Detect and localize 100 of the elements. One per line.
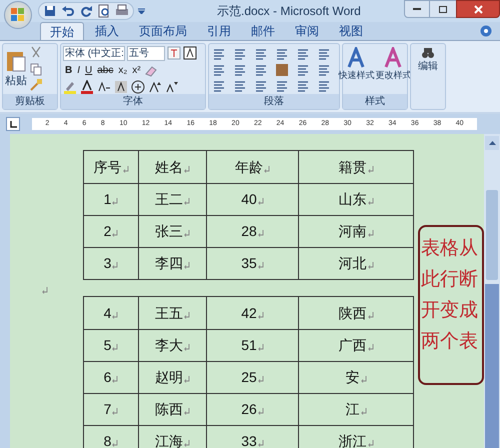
character-border-icon[interactable]: [183, 46, 197, 60]
dropdown-arrow-icon[interactable]: [138, 8, 145, 14]
redo-icon[interactable]: [79, 4, 93, 18]
styles-button[interactable]: 快速样式: [338, 47, 374, 94]
ribbon-tab[interactable]: 审阅: [286, 22, 328, 40]
format-button[interactable]: x₂: [116, 63, 130, 78]
letter-a-icon: [346, 47, 366, 69]
cell-end-mark-icon: [112, 230, 118, 237]
window-title: 示范.docx - Microsoft Word: [217, 3, 361, 20]
table-cell-text: 张三: [155, 222, 183, 241]
left-tab-icon: [10, 120, 16, 128]
scissors-icon[interactable]: [29, 46, 43, 60]
phonetic-guide-icon[interactable]: [167, 46, 181, 60]
group-label: 剪贴板: [3, 94, 57, 109]
table-cell-text: 广西: [338, 336, 366, 355]
cell-end-mark-icon: [368, 344, 374, 351]
shrink-font-icon[interactable]: [165, 80, 179, 94]
cell-end-mark-icon: [184, 230, 190, 237]
callout-text: 表格从此行断开变成两个表: [421, 237, 479, 354]
cell-end-mark-icon: [258, 262, 264, 269]
ribbon-tab[interactable]: 插入: [86, 22, 128, 40]
help-icon[interactable]: [480, 25, 492, 37]
ribbon-tab[interactable]: 页面布局: [130, 22, 196, 40]
cell-end-mark-icon: [258, 344, 264, 351]
font-name-field[interactable]: 宋体 (中文正:: [63, 46, 125, 61]
grow-font-icon[interactable]: [148, 80, 162, 94]
undo-icon[interactable]: [61, 4, 75, 18]
font-color-icon[interactable]: [80, 80, 94, 94]
table-cell-text: 7: [104, 400, 112, 419]
cell-end-mark-icon: [368, 440, 374, 447]
cell-end-mark-icon: [184, 166, 190, 172]
close-button[interactable]: [456, 0, 500, 18]
table-cell-text: 33: [241, 432, 257, 448]
cell-end-mark-icon: [368, 230, 374, 237]
close-icon: [474, 4, 482, 14]
table-cell-text: 3: [104, 254, 112, 273]
binoculars-icon: [421, 47, 435, 59]
group-label: 样式: [343, 94, 407, 109]
cell-end-mark-icon: [368, 166, 374, 172]
minimize-button[interactable]: [404, 0, 430, 18]
cell-end-mark-icon: [112, 262, 118, 269]
cell-end-mark-icon: [368, 312, 374, 318]
cell-end-mark-icon: [258, 440, 264, 447]
table-cell-text: 王五: [155, 304, 183, 322]
ribbon-tab[interactable]: 视图: [330, 22, 372, 40]
scroll-up-button[interactable]: [485, 136, 499, 150]
table-cell-text: 25: [241, 368, 257, 387]
cell-end-mark-icon: [258, 312, 264, 318]
table-cell-text: 5: [104, 336, 112, 355]
table-cell-text: 安: [346, 368, 360, 387]
table-cell-text: 陕西: [338, 304, 366, 322]
table-cell-text: 6: [104, 368, 112, 387]
paste-button[interactable]: 粘贴: [5, 48, 27, 90]
up-arrow-icon: [488, 141, 496, 145]
cell-end-mark-icon: [258, 230, 264, 237]
font-case-icon[interactable]: [97, 80, 111, 94]
character-shading-icon[interactable]: [114, 80, 128, 94]
table-cell-text: 浙江: [338, 432, 366, 448]
format-button[interactable]: I: [75, 63, 82, 78]
table-cell-text: 山东: [338, 190, 366, 209]
ribbon-tab[interactable]: 引用: [198, 22, 240, 40]
cell-end-mark-icon: [258, 198, 264, 205]
cell-end-mark-icon: [258, 408, 264, 415]
table-cell-text: 2: [104, 222, 112, 241]
font-size-field[interactable]: 五号: [127, 46, 165, 61]
maximize-button[interactable]: [430, 0, 456, 18]
enclosed-character-icon[interactable]: [131, 80, 145, 94]
scroll-thumb[interactable]: [486, 190, 498, 280]
vertical-scrollbar[interactable]: [484, 134, 500, 448]
align-left-icon[interactable]: [212, 63, 226, 77]
table-cell-text: 1: [104, 190, 112, 209]
format-button[interactable]: x²: [130, 63, 143, 78]
group-label: 字体: [61, 94, 205, 109]
print-preview-icon[interactable]: [97, 4, 111, 18]
cell-end-mark-icon: [112, 312, 118, 318]
ribbon-tab[interactable]: 开始: [40, 22, 84, 40]
copy-icon[interactable]: [29, 62, 43, 76]
format-button[interactable]: U: [83, 63, 94, 78]
print-icon[interactable]: [115, 4, 129, 18]
ribbon-tab[interactable]: 邮件: [242, 22, 284, 40]
format-button[interactable]: abc: [95, 63, 116, 78]
tab-selector[interactable]: [6, 117, 20, 131]
table-cell-text: 35: [241, 254, 257, 273]
office-button[interactable]: [4, 1, 32, 29]
letter-a-icon: [384, 47, 404, 69]
save-icon[interactable]: [43, 4, 57, 18]
table-cell-text: 王二: [155, 190, 183, 209]
table-cell-text: 河北: [338, 254, 366, 273]
cell-end-mark-icon: [112, 440, 118, 447]
table-cell-text: 河南: [338, 222, 366, 241]
table-cell-text: 姓名: [155, 158, 183, 176]
table-cell-text: 42: [241, 304, 257, 322]
cell-end-mark-icon: [360, 376, 366, 383]
format-button[interactable]: B: [63, 63, 74, 78]
cell-end-mark-icon: [112, 408, 118, 415]
table-cell-text: 序号: [94, 158, 122, 176]
table-cell-text: 4: [104, 304, 112, 322]
office-logo-icon: [10, 7, 26, 23]
table-cell-text: 江: [346, 400, 360, 419]
cell-end-mark-icon: [184, 198, 190, 205]
